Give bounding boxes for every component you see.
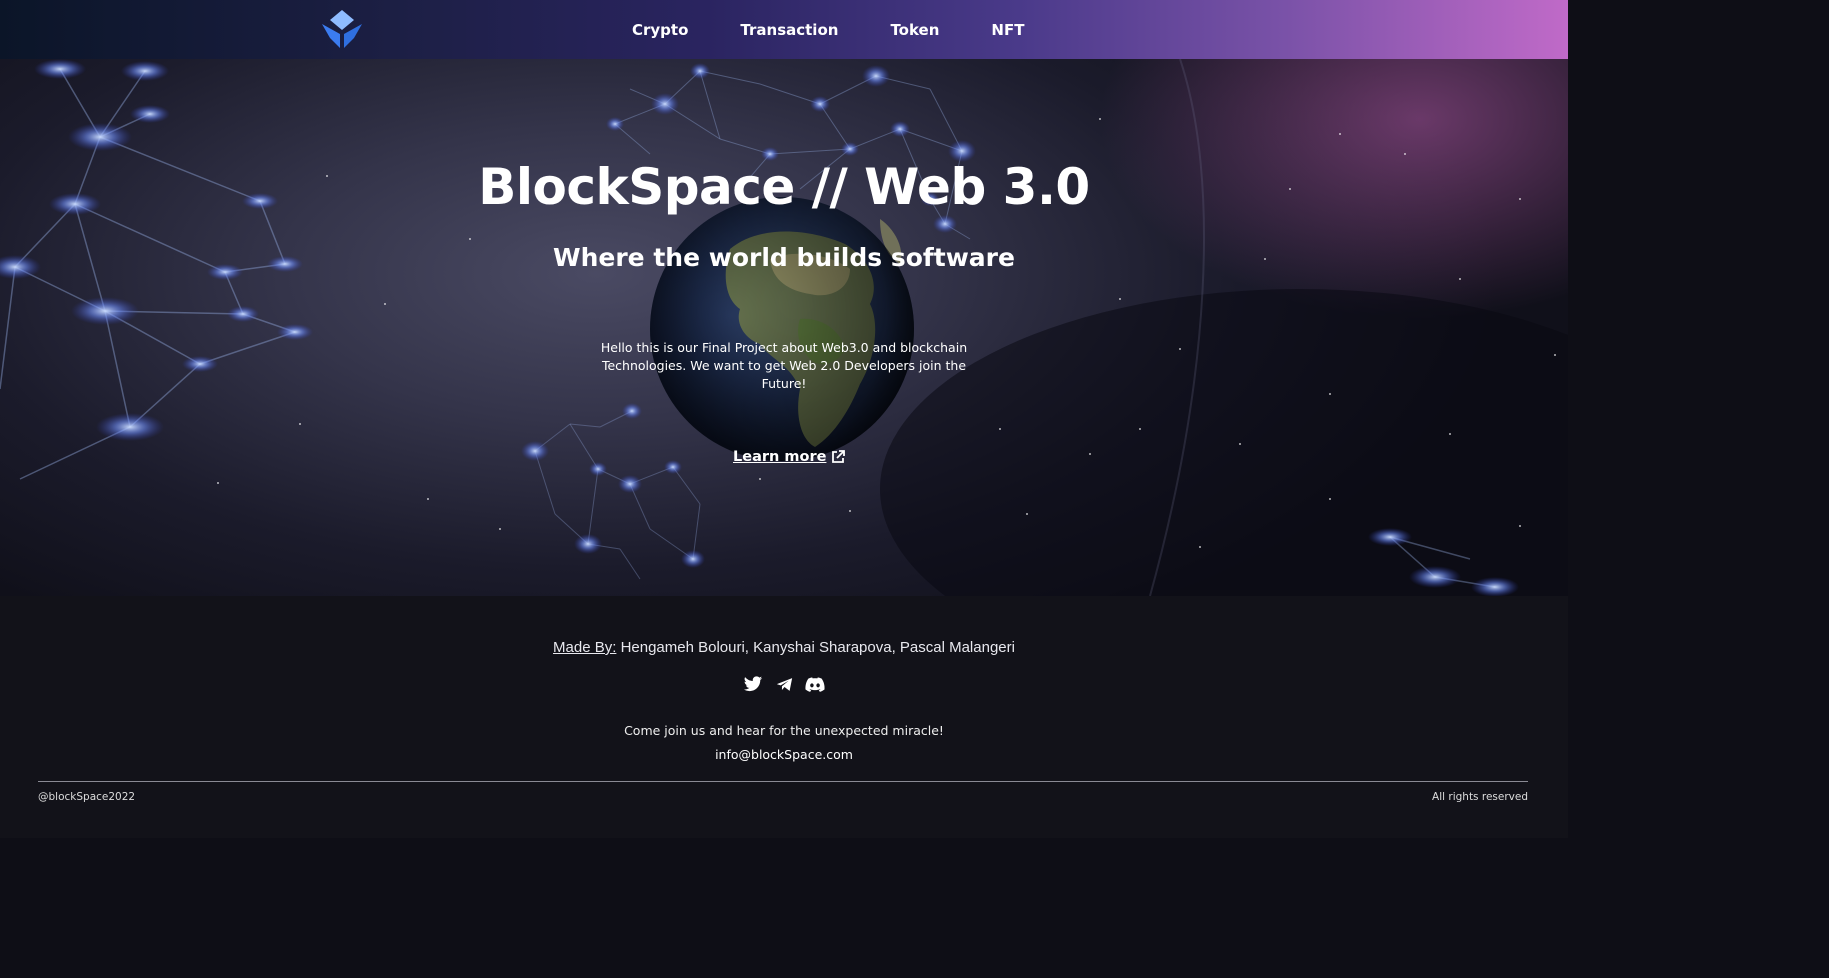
main-nav: Crypto Transaction Token NFT (632, 0, 1076, 59)
footer-tagline: Come join us and hear for the unexpected… (624, 723, 944, 738)
nav-link-crypto[interactable]: Crypto (632, 21, 688, 39)
learn-more-label: Learn more (733, 449, 827, 465)
hero-title: BlockSpace // Web 3.0 (478, 158, 1090, 216)
nav-link-nft[interactable]: NFT (991, 21, 1024, 39)
footer-divider (38, 781, 1528, 782)
nav-link-token[interactable]: Token (890, 21, 939, 39)
telegram-icon[interactable] (773, 674, 795, 694)
discord-icon[interactable] (804, 674, 826, 694)
hero-background-illustration (0, 59, 1568, 596)
hero-description: Hello this is our Final Project about We… (600, 340, 968, 391)
made-by-credits: Made By: Hengameh Bolouri, Kanyshai Shar… (0, 639, 1568, 656)
external-link-icon (832, 450, 846, 463)
navbar: Crypto Transaction Token NFT (0, 0, 1568, 59)
made-by-names: Hengameh Bolouri, Kanyshai Sharapova, Pa… (620, 639, 1015, 656)
hero-subtitle: Where the world builds software (553, 243, 1015, 272)
made-by-label: Made By: (553, 639, 617, 656)
blockchain-cube-logo-icon[interactable] (320, 8, 364, 50)
hero-section: BlockSpace // Web 3.0 Where the world bu… (0, 59, 1568, 596)
learn-more-link[interactable]: Learn more (733, 449, 846, 465)
twitter-icon[interactable] (742, 674, 764, 694)
contact-email-link[interactable]: info@blockSpace.com (0, 747, 1568, 762)
social-links (742, 674, 835, 694)
footer-handle: @blockSpace2022 (38, 791, 136, 803)
footer-rights: All rights reserved (1432, 791, 1528, 803)
nav-link-transaction[interactable]: Transaction (740, 21, 838, 39)
earth-globe (650, 197, 914, 461)
footer: Made By: Hengameh Bolouri, Kanyshai Shar… (0, 596, 1568, 838)
